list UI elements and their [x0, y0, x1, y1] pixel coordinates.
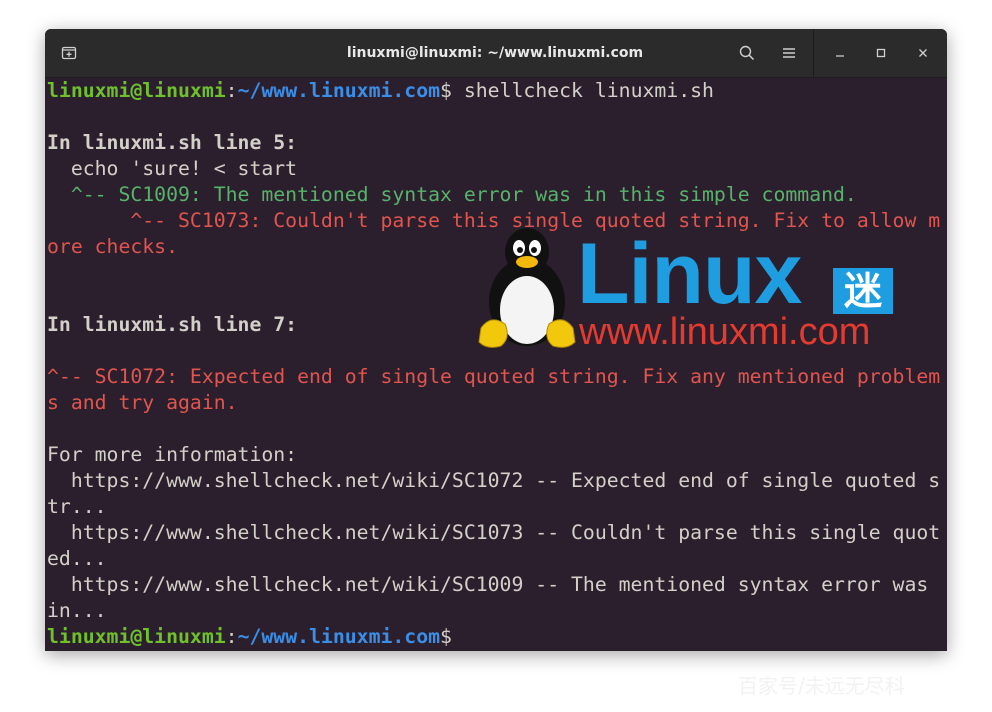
logo-url-text: www.linuxmi.com — [579, 311, 871, 353]
wiki-link-sc1009-cont: in... — [47, 599, 107, 622]
prompt-separator: : — [225, 79, 238, 102]
prompt-user: linuxmi@linuxmi — [47, 79, 226, 102]
title-separator — [813, 29, 814, 77]
prompt-path: ~/www.linuxmi.com — [237, 79, 441, 102]
error-sc1072-cont: s and try again. — [47, 391, 238, 414]
minimize-icon — [836, 55, 844, 57]
note-sc1009: ^-- SC1009: The mentioned syntax error w… — [47, 183, 857, 206]
window-title: linuxmi@linuxmi: ~/www.linuxmi.com — [346, 45, 644, 61]
prompt-line: linuxmi@linuxmi:~/www.linuxmi.com$ — [45, 624, 947, 650]
prompt-line: linuxmi@linuxmi:~/www.linuxmi.com$ shell… — [45, 78, 947, 104]
more-info-heading: For more information: — [47, 443, 298, 466]
wiki-link-sc1072: https://www.shellcheck.net/wiki/SC1072 -… — [47, 469, 941, 492]
search-button[interactable] — [727, 29, 767, 77]
linuxmi-logo-watermark: Linux 迷 www.linuxmi.com — [475, 228, 900, 352]
search-icon — [739, 45, 755, 61]
code-line: echo 'sure! < start — [47, 157, 298, 180]
close-button[interactable] — [903, 29, 943, 77]
command-text: shellcheck linuxmi.sh — [451, 79, 714, 102]
maximize-icon — [876, 48, 886, 58]
logo-mi-badge: 迷 — [833, 268, 893, 314]
error-sc1072: ^-- SC1072: Expected end of single quote… — [47, 365, 941, 388]
minimize-button[interactable] — [820, 29, 860, 77]
baijiahao-watermark: 百家号/未远无尽科 — [738, 674, 905, 698]
prompt-dollar: $ — [440, 625, 452, 648]
wiki-link-sc1009: https://www.shellcheck.net/wiki/SC1009 -… — [47, 573, 929, 596]
header-line-5: In linuxmi.sh line 5: — [47, 131, 298, 154]
hamburger-menu-icon — [783, 48, 795, 58]
new-tab-icon — [61, 46, 77, 60]
wiki-link-sc1073: https://www.shellcheck.net/wiki/SC1073 -… — [47, 521, 941, 544]
title-bar: linuxmi@linuxmi: ~/www.linuxmi.com — [45, 29, 947, 78]
tux-penguin-icon — [478, 228, 576, 348]
close-icon — [919, 49, 927, 57]
maximize-button[interactable] — [861, 29, 901, 77]
menu-button[interactable] — [769, 29, 809, 77]
wiki-link-sc1072-cont: tr... — [47, 495, 107, 518]
new-tab-button[interactable] — [49, 29, 89, 77]
logo-linux-text: Linux — [577, 226, 802, 322]
prompt-separator: : — [225, 625, 238, 648]
terminal-output[interactable]: linuxmi@linuxmi:~/www.linuxmi.com$ shell… — [45, 78, 947, 651]
prompt-dollar: $ — [440, 79, 452, 102]
wiki-link-sc1073-cont: ed... — [47, 547, 107, 570]
prompt-path: ~/www.linuxmi.com — [237, 625, 441, 648]
prompt-user: linuxmi@linuxmi — [47, 625, 226, 648]
